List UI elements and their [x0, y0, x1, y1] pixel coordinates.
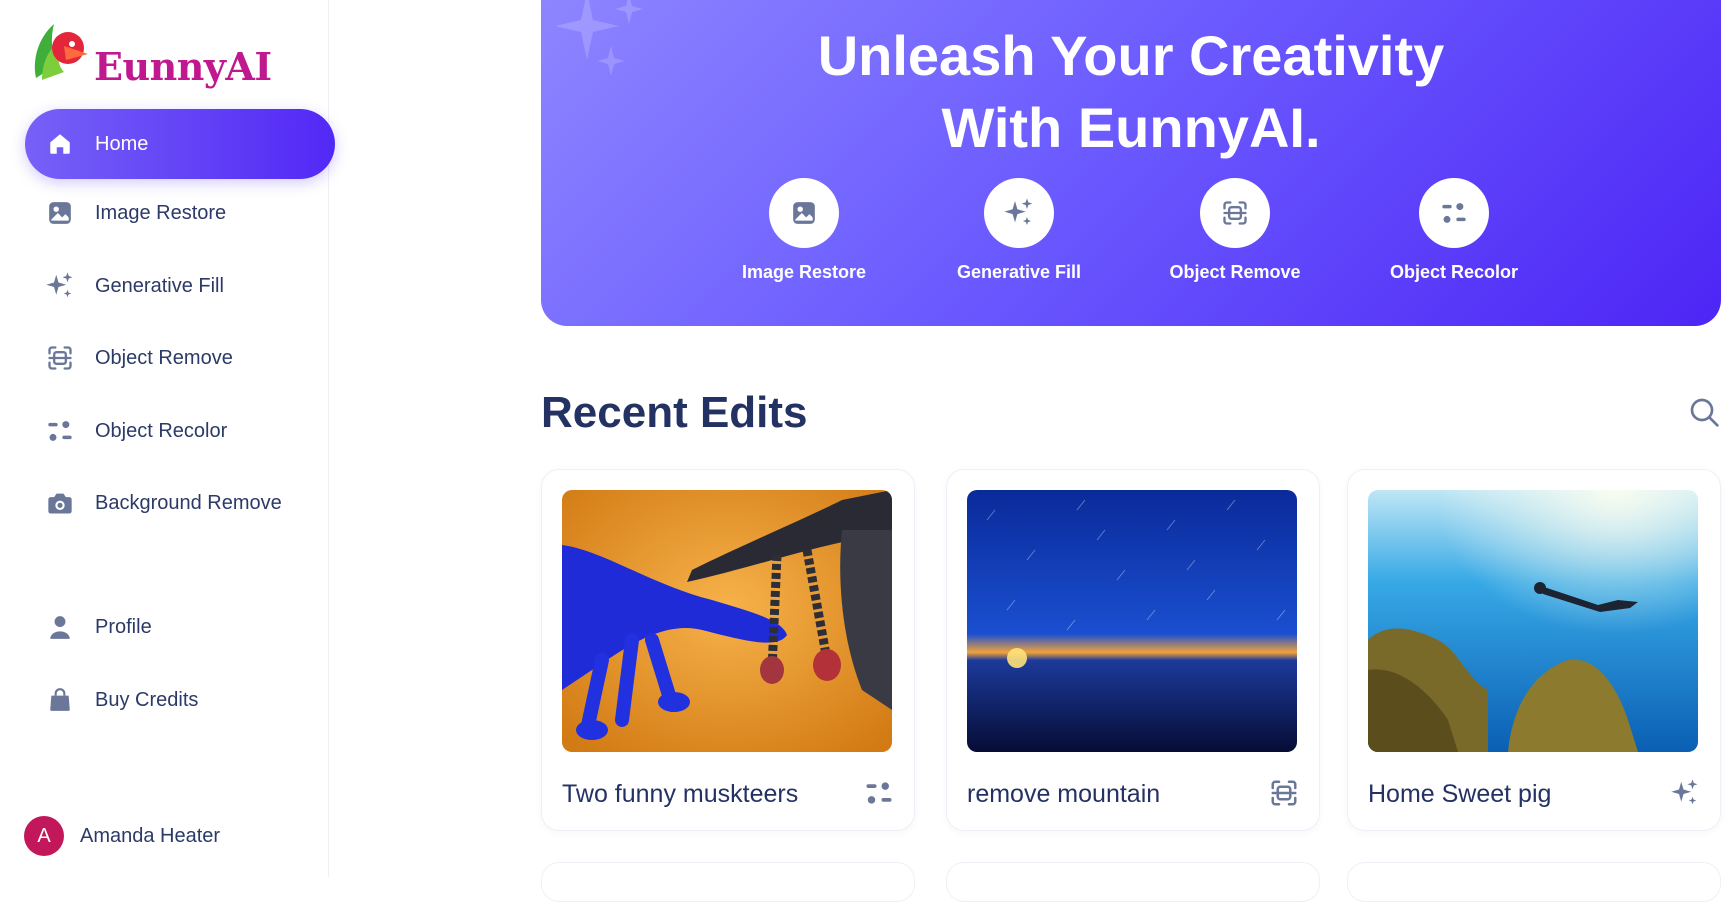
recent-edit-card[interactable]: [1347, 862, 1721, 902]
user-account[interactable]: A Amanda Heater: [24, 816, 220, 856]
card-thumbnail[interactable]: [1368, 490, 1698, 752]
bag-icon: [45, 685, 75, 715]
hero-title: Unleash Your Creativity With EunnyAI.: [541, 20, 1721, 164]
card-thumbnail[interactable]: [967, 490, 1297, 752]
sparkles-icon[interactable]: [1670, 778, 1700, 808]
recent-edit-card[interactable]: remove mountain: [946, 469, 1320, 831]
bird-logo-icon: [34, 24, 88, 80]
scan-icon[interactable]: [1269, 778, 1299, 808]
recolor-icon: [1419, 178, 1489, 248]
recent-edit-card[interactable]: Two funny muskteers: [541, 469, 915, 831]
recent-edit-card[interactable]: [541, 862, 915, 902]
sidebar-item-label: Home: [95, 132, 149, 155]
recolor-icon[interactable]: [864, 778, 894, 808]
avatar: A: [24, 816, 64, 856]
sidebar-item-object-remove[interactable]: Object Remove: [25, 323, 335, 393]
scan-icon: [45, 343, 75, 373]
feature-generative-fill[interactable]: Generative Fill: [929, 178, 1109, 283]
sidebar-item-label: Object Remove: [95, 346, 233, 369]
feature-object-remove[interactable]: Object Remove: [1145, 178, 1325, 283]
sidebar-item-buy-credits[interactable]: Buy Credits: [25, 665, 335, 735]
sidebar-item-background-remove[interactable]: Background Remove: [25, 468, 335, 538]
hero-title-line2: With EunnyAI.: [941, 96, 1321, 159]
hero-banner: Unleash Your Creativity With EunnyAI. Im…: [541, 0, 1721, 326]
user-name: Amanda Heater: [80, 824, 221, 847]
sidebar-item-home[interactable]: Home: [25, 109, 335, 179]
scan-icon: [1200, 178, 1270, 248]
recent-edit-card[interactable]: Home Sweet pig: [1347, 469, 1721, 831]
sparkles-icon: [45, 271, 75, 301]
sidebar-item-label: Image Restore: [95, 201, 227, 224]
image-icon: [45, 198, 75, 228]
sidebar-item-label: Background Remove: [95, 491, 282, 514]
sidebar-item-profile[interactable]: Profile: [25, 592, 335, 662]
home-icon: [45, 129, 75, 159]
card-title: remove mountain: [967, 780, 1161, 808]
feature-label: Image Restore: [741, 262, 867, 282]
feature-image-restore[interactable]: Image Restore: [714, 178, 894, 283]
section-title-recent-edits: Recent Edits: [541, 388, 808, 437]
brand-logo[interactable]: EunnyAI: [28, 20, 272, 92]
card-title: Home Sweet pig: [1368, 780, 1552, 808]
hero-title-line1: Unleash Your Creativity: [817, 24, 1445, 87]
card-title: Two funny muskteers: [562, 780, 799, 808]
sidebar: EunnyAI Home Image Restore Generative Fi…: [0, 0, 335, 877]
feature-label: Object Recolor: [1389, 262, 1519, 282]
search-icon[interactable]: [1688, 396, 1720, 428]
feature-label: Generative Fill: [956, 262, 1082, 282]
user-icon: [45, 612, 75, 642]
camera-icon: [45, 488, 75, 518]
brand-name: EunnyAI: [94, 44, 272, 89]
sidebar-item-label: Object Recolor: [95, 419, 228, 442]
sidebar-item-image-restore[interactable]: Image Restore: [25, 178, 335, 248]
recolor-icon: [45, 416, 75, 446]
sidebar-item-label: Buy Credits: [95, 688, 199, 711]
sidebar-item-label: Profile: [95, 615, 152, 638]
sidebar-item-generative-fill[interactable]: Generative Fill: [25, 251, 335, 321]
sparkles-icon: [984, 178, 1054, 248]
feature-object-recolor[interactable]: Object Recolor: [1364, 178, 1544, 283]
recent-edit-card[interactable]: [946, 862, 1320, 902]
sidebar-item-object-recolor[interactable]: Object Recolor: [25, 396, 335, 466]
card-thumbnail[interactable]: [562, 490, 892, 752]
image-icon: [769, 178, 839, 248]
feature-label: Object Remove: [1169, 262, 1301, 282]
sidebar-item-label: Generative Fill: [95, 274, 224, 297]
